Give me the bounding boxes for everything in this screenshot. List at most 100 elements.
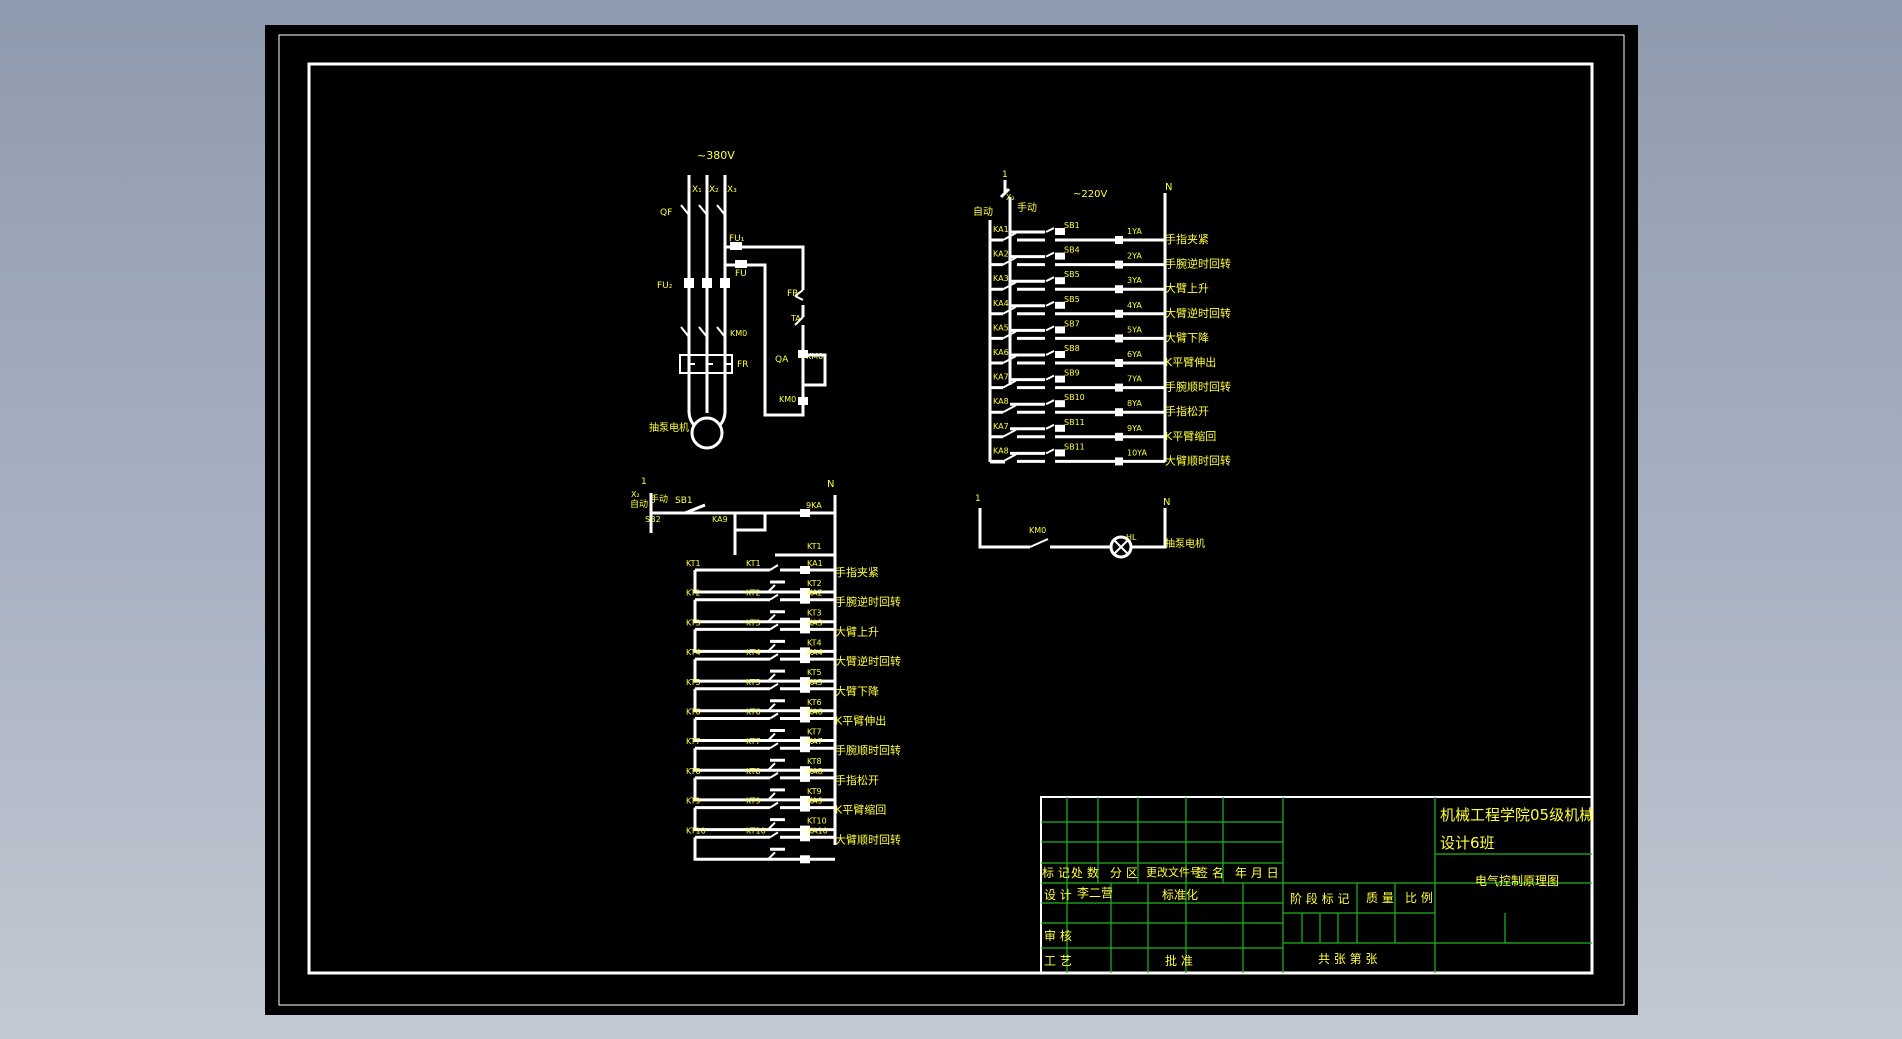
- seq-output-label: 大臂逆时回转: [835, 654, 901, 668]
- lamp-right: N: [1163, 497, 1170, 508]
- valve-ya-label: 9YA: [1127, 424, 1142, 433]
- seq-output-label: K平臂缩回: [835, 804, 886, 817]
- seq-row: KT6 KT6 KA6 KT7 K平臂伸出: [686, 708, 886, 745]
- valve-output-label: K平臂伸出: [1165, 355, 1216, 369]
- seq-row: KT5 KT5 KA5 KT6 大臂下降: [686, 678, 879, 715]
- seq-ka-label: KA3: [807, 618, 823, 627]
- valve-output-label: 大臂顺时回转: [1165, 453, 1231, 467]
- lamp-label: 抽泵电机: [1165, 537, 1205, 550]
- valve-ka-label: KA3: [993, 274, 1009, 283]
- valve-mode-manual: 手动: [1017, 201, 1037, 214]
- seq-row: KT9 KT9 KA9 KT10 K平臂缩回: [686, 797, 886, 834]
- valve-output-label: 手指夹紧: [1165, 232, 1209, 246]
- seq-kt-label: KT4: [686, 648, 701, 657]
- seq-output-label: 手腕顺时回转: [835, 743, 901, 757]
- org-name-2: 设计6班: [1440, 834, 1495, 852]
- tb-approve: 批 准: [1165, 953, 1193, 968]
- seq-ka-label: KA1: [807, 559, 823, 568]
- fuse-main-label: FU₂: [657, 281, 673, 291]
- seq-kt-contact-label: KT8: [746, 767, 761, 776]
- valve-sb-label: SB8: [1064, 344, 1080, 353]
- valve-ya-label: 6YA: [1127, 350, 1142, 359]
- valve-sb-label: SB5: [1064, 295, 1080, 304]
- seq-ka-label: KA5: [807, 678, 823, 687]
- seq-coil-top: 9KA: [806, 501, 822, 510]
- tb-designer: 李二营: [1077, 885, 1113, 900]
- seq-output-label: K平臂伸出: [835, 714, 886, 728]
- seq-ka-label: KA10: [807, 826, 828, 835]
- seq-kt-label: KT7: [686, 737, 701, 746]
- tb-weight: 质 量: [1366, 891, 1394, 905]
- seq-kt-label: KT1: [686, 559, 701, 568]
- seq-ka-label: KA8: [807, 767, 823, 776]
- phase-label-2: X₂: [709, 185, 719, 195]
- breaker-label: QF: [660, 208, 672, 218]
- ctrl-qa-label: QA: [775, 355, 789, 365]
- seq-sb1: SB1: [675, 496, 693, 506]
- valve-ya-label: 1YA: [1127, 227, 1142, 236]
- valve-row: KA1 SB1 1YA 手指夹紧: [990, 221, 1209, 246]
- valve-ya-label: 4YA: [1127, 301, 1142, 310]
- sequence-circuit: 1 N 自动 手动 X₂ SB1 SB2 KA9 9KA KT1 KT1 KT1 K…: [630, 477, 901, 864]
- valve-sb-label: SB7: [1064, 319, 1080, 328]
- phase-label-3: X₃: [727, 185, 737, 195]
- seq-kt-next-label: KT6: [807, 698, 822, 707]
- seq-switch: X₂: [631, 490, 640, 499]
- seq-kt-contact-label: KT9: [746, 797, 761, 806]
- lamp-circuit: 1 N KM0 HL 抽泵电机: [975, 494, 1205, 559]
- valve-row: KA8 SB11 10YA 大臂顺时回转: [990, 442, 1231, 467]
- seq-kt-contact-label: KT3: [746, 618, 761, 627]
- valve-ka-label: KA8: [993, 397, 1009, 406]
- seq-kt-contact-label: KT6: [746, 708, 761, 717]
- valve-top-right: N: [1165, 182, 1172, 193]
- tb-zone: 分 区: [1110, 866, 1138, 880]
- valve-sb-label: SB10: [1064, 393, 1085, 402]
- seq-sb2: SB2: [645, 515, 661, 524]
- valve-ka-label: KA8: [993, 446, 1009, 455]
- motor-label: 抽泵电机: [649, 421, 689, 434]
- valve-sb-label: SB11: [1064, 418, 1085, 427]
- lamp-contact: KM0: [1029, 526, 1046, 535]
- valve-ka-label: KA2: [993, 250, 1009, 259]
- valve-row: KA5 SB7 5YA 大臂下降: [990, 319, 1209, 344]
- lamp-left: 1: [975, 494, 981, 504]
- tb-scale: 比 例: [1405, 891, 1433, 905]
- seq-output-label: 手指松开: [835, 773, 879, 787]
- power-voltage: ~380V: [697, 149, 735, 162]
- tb-sheets: 共 张 第 张: [1318, 952, 1377, 966]
- valve-row: KA6 SB8 6YA K平臂伸出: [990, 344, 1216, 369]
- tb-mark: 标 记: [1042, 866, 1070, 880]
- schematic-canvas: ~380V X₁ X₂ X₃ QF FU₂ FU₁ FU KM0 FR 抽泵电机…: [278, 34, 1625, 1006]
- seq-kt-next-label: KT7: [807, 728, 822, 737]
- org-name: 机械工程学院05级机械: [1440, 806, 1594, 824]
- tb-sign: 签 名: [1196, 865, 1224, 880]
- valve-output-label: 手腕顺时回转: [1165, 380, 1231, 394]
- seq-row: KT2 KT2 KA2 KT3 手腕逆时回转: [686, 589, 901, 626]
- valve-ka-label: KA5: [993, 323, 1009, 332]
- tb-design: 设 计: [1044, 888, 1072, 902]
- seq-kt-contact-label: KT2: [746, 589, 761, 598]
- valve-ya-label: 2YA: [1127, 252, 1142, 261]
- tb-date: 年 月 日: [1235, 866, 1279, 880]
- valve-row: KA3 SB5 3YA 大臂上升: [990, 270, 1209, 295]
- seq-kt-contact-label: KT1: [746, 559, 761, 568]
- tb-craft: 工 艺: [1044, 954, 1072, 968]
- seq-row: KT4 KT4 KA4 KT5 大臂逆时回转: [686, 648, 901, 686]
- tb-std: 标准化: [1162, 888, 1198, 902]
- seq-kt-label: KT5: [686, 678, 701, 687]
- valve-ka-label: KA7: [993, 422, 1009, 431]
- seq-output-label: 手指夹紧: [835, 565, 879, 579]
- valve-sb-label: SB9: [1064, 369, 1080, 378]
- seq-kt-label: KT6: [686, 708, 701, 717]
- valve-ka-label: KA6: [993, 348, 1009, 357]
- seq-output-label: 大臂顺时回转: [835, 832, 901, 846]
- fuse-ctrl-b-label: FU: [735, 269, 747, 279]
- valve-ya-label: 5YA: [1127, 325, 1142, 334]
- seq-kt-label: KT2: [686, 589, 701, 598]
- valve-ya-label: 3YA: [1127, 276, 1142, 285]
- tb-count: 处 数: [1071, 865, 1099, 880]
- valve-circuit: ~220V 1 N 自动 手动 X₂ KA1 SB11YA手指夹紧KA2 SB42Y…: [973, 170, 1231, 467]
- valve-row: KA7 SB9 7YA 手腕顺时回转: [990, 369, 1231, 394]
- valve-output-label: 手腕逆时回转: [1165, 257, 1231, 271]
- thermal-label: FR: [737, 360, 748, 370]
